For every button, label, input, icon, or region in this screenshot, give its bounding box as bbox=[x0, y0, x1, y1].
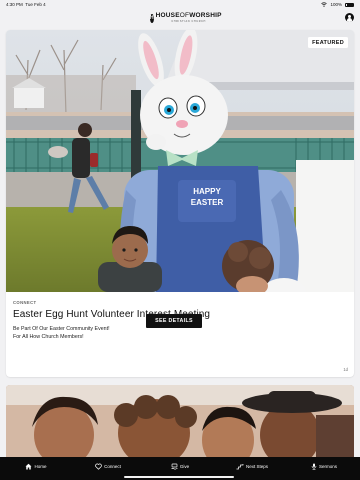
logo-word-thin: OF bbox=[179, 12, 190, 19]
give-icon bbox=[171, 463, 178, 470]
battery-percent: 100% bbox=[330, 2, 342, 7]
people-photo bbox=[6, 385, 354, 465]
status-bar: 4:30 PM Tue Feb 4 100% bbox=[0, 0, 360, 9]
app-header: H HOUSEOFWORSHIP CHRISTIAN CHURCH bbox=[0, 9, 360, 29]
tab-connect-label: Connect bbox=[104, 463, 121, 469]
home-icon bbox=[25, 463, 32, 469]
tab-sermons[interactable]: Sermons bbox=[288, 457, 360, 474]
tab-home[interactable]: Home bbox=[0, 457, 72, 474]
status-time-text: 4:30 PM bbox=[6, 2, 23, 7]
wifi-icon bbox=[321, 2, 328, 7]
bottom-tab-bar: Home Connect Give Next Steps Sermons bbox=[0, 457, 360, 480]
logo-mark: H bbox=[150, 13, 154, 23]
logo-wordmark: HOUSEOFWORSHIP bbox=[155, 12, 222, 20]
logo-word-end: WORSHIP bbox=[189, 12, 222, 19]
person-icon[interactable] bbox=[345, 13, 354, 22]
event-description: Be Part Of Our Easter Community Event! F… bbox=[13, 326, 347, 342]
apron-text-easter: EASTER bbox=[191, 198, 224, 207]
child-right bbox=[222, 240, 274, 292]
apron-text-happy: HAPPY bbox=[193, 187, 221, 196]
tab-sermons-label: Sermons bbox=[318, 463, 337, 469]
tab-list: Home Connect Give Next Steps Sermons bbox=[0, 457, 360, 474]
tab-connect[interactable]: Connect bbox=[72, 457, 144, 474]
status-right: 100% bbox=[321, 2, 354, 7]
see-details-button[interactable]: SEE DETAILS bbox=[146, 314, 202, 328]
home-indicator bbox=[124, 476, 234, 478]
logo-tagline: CHRISTIAN CHURCH bbox=[171, 19, 206, 23]
tab-home-label: Home bbox=[34, 463, 47, 469]
next-content-card[interactable] bbox=[6, 385, 354, 465]
steps-icon bbox=[236, 463, 244, 469]
sermon-icon bbox=[311, 463, 317, 470]
church-logo[interactable]: H HOUSEOFWORSHIP CHRISTIAN CHURCH bbox=[150, 11, 221, 25]
tab-give-label: Give bbox=[179, 463, 190, 469]
logo-word-bold: HOUSE bbox=[155, 12, 180, 19]
logo-text: HOUSEOFWORSHIP CHRISTIAN CHURCH bbox=[155, 12, 222, 23]
tab-give[interactable]: Give bbox=[144, 457, 216, 474]
event-hero-photo: HAPPY EASTER FEATURED bbox=[6, 30, 354, 292]
tab-next-steps-label: Next Steps bbox=[245, 463, 268, 469]
easter-bunny-photo: HAPPY EASTER bbox=[6, 30, 354, 292]
status-date: Tue Feb 4 bbox=[25, 2, 46, 7]
post-age: 1d bbox=[343, 367, 348, 372]
status-time: 4:30 PM Tue Feb 4 bbox=[6, 2, 46, 7]
battery-icon bbox=[345, 2, 354, 7]
event-description-line2: For All How Church Members! bbox=[13, 333, 84, 340]
featured-badge: FEATURED bbox=[308, 37, 348, 48]
heart-icon bbox=[95, 463, 102, 470]
event-category: CONNECT bbox=[13, 300, 37, 305]
tab-next-steps[interactable]: Next Steps bbox=[216, 457, 288, 474]
